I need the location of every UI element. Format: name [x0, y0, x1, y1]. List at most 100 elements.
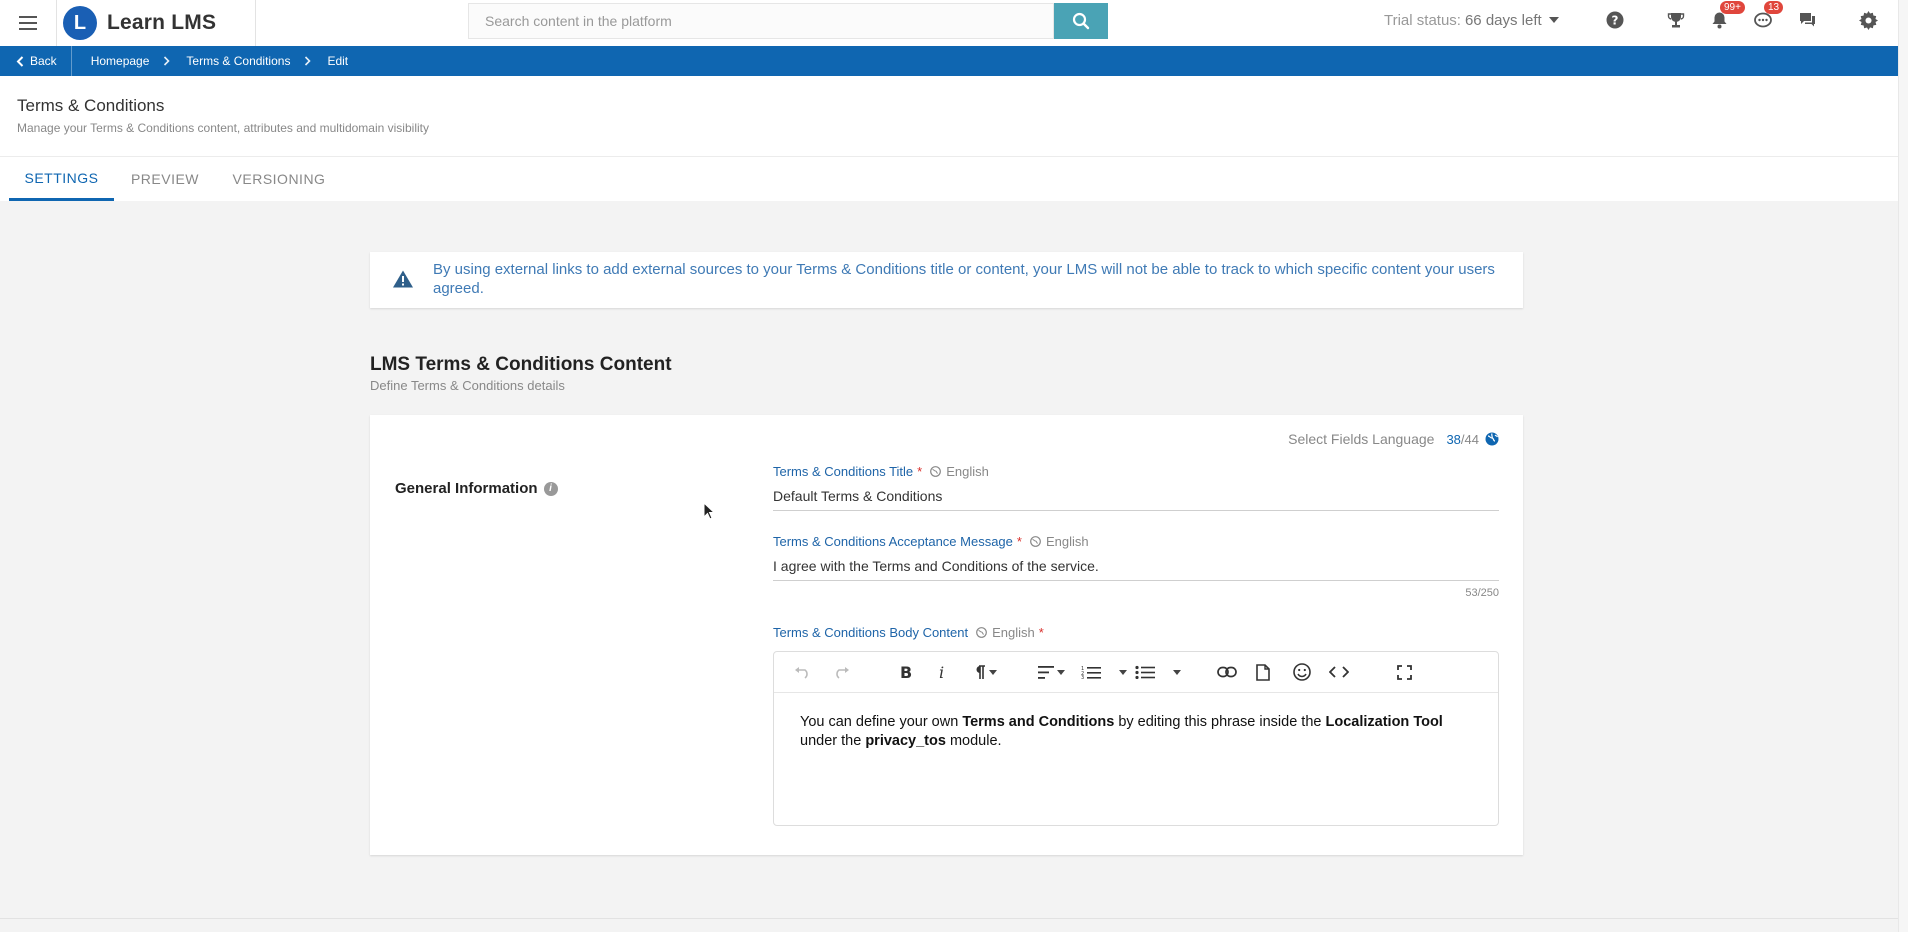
language-select-label: Select Fields Language: [1288, 431, 1435, 447]
title-field-label: Terms & Conditions Title * English: [773, 464, 1499, 479]
editor-content[interactable]: You can define your own Terms and Condit…: [774, 693, 1498, 771]
language-count: 38/44: [1446, 432, 1479, 447]
link-icon[interactable]: [1217, 661, 1237, 683]
title-label-text: Terms & Conditions Title: [773, 464, 914, 479]
file-icon[interactable]: [1256, 661, 1270, 683]
general-information-text: General Information: [395, 480, 538, 497]
svg-text:3: 3: [1081, 675, 1084, 679]
help-icon[interactable]: ?: [1604, 9, 1626, 31]
title-input[interactable]: Default Terms & Conditions: [773, 482, 1499, 511]
body-language: English: [992, 625, 1035, 640]
chat-bubble-icon[interactable]: 13: [1752, 1, 1784, 31]
acceptance-field-label: Terms & Conditions Acceptance Message * …: [773, 534, 1499, 549]
acceptance-message-input[interactable]: I agree with the Terms and Conditions of…: [773, 552, 1499, 581]
section-title: LMS Terms & Conditions Content: [370, 354, 672, 375]
acceptance-message-field: Terms & Conditions Acceptance Message * …: [773, 534, 1499, 581]
chevron-down-icon: [1548, 17, 1559, 23]
brand-logo: L: [63, 6, 97, 40]
title-language-tag: English: [930, 464, 989, 479]
messages-badge: 13: [1764, 1, 1784, 14]
editor-text: You can define your own: [800, 714, 963, 730]
back-button[interactable]: Back: [0, 46, 72, 76]
breadcrumb: Back Homepage Terms & Conditions Edit: [0, 46, 1898, 76]
globe-icon: [976, 627, 988, 638]
editor-line-1: You can define your own Terms and Condit…: [800, 713, 1472, 732]
editor-text: by editing this phrase inside the: [1114, 714, 1326, 730]
chevron-left-icon: [16, 55, 24, 67]
fullscreen-icon[interactable]: [1397, 661, 1412, 683]
ordered-list-icon[interactable]: 123: [1081, 661, 1101, 683]
required-marker: *: [917, 464, 923, 479]
editor-line-2: under the privacy_tos module.: [800, 732, 1472, 751]
breadcrumb-terms[interactable]: Terms & Conditions: [186, 54, 290, 68]
breadcrumb-edit: Edit: [327, 54, 349, 68]
search-bar: [468, 3, 1108, 39]
unordered-list-dropdown[interactable]: [1170, 661, 1181, 683]
editor-toolbar: B i 123: [774, 652, 1498, 693]
brand[interactable]: L Learn LMS: [56, 0, 256, 46]
globe-icon: [1030, 536, 1041, 547]
warning-icon: [393, 270, 413, 288]
paragraph-icon[interactable]: [974, 661, 997, 683]
trial-days-left: 66 days left: [1464, 11, 1542, 29]
body-language-tag: English: [976, 625, 1035, 640]
back-label: Back: [30, 54, 57, 68]
page-subtitle: Manage your Terms & Conditions content, …: [17, 121, 429, 135]
page-title: Terms & Conditions: [17, 96, 165, 115]
ordered-list-dropdown[interactable]: [1116, 661, 1127, 683]
trial-status[interactable]: Trial status: 66 days left: [1384, 0, 1559, 40]
bell-icon[interactable]: 99+: [1708, 1, 1745, 31]
alert-text: By using external links to add external …: [433, 261, 1495, 297]
acceptance-language: English: [1045, 534, 1089, 549]
required-marker: *: [1038, 625, 1044, 640]
acceptance-language-tag: English: [1030, 534, 1089, 549]
search-icon: [1072, 12, 1090, 30]
search-input[interactable]: [468, 3, 1054, 39]
tab-settings[interactable]: SETTINGS: [9, 157, 114, 201]
body-content-field: Terms & Conditions Body Content English …: [773, 625, 1499, 640]
tab-bar: SETTINGS PREVIEW VERSIONING: [0, 157, 1898, 201]
search-button[interactable]: [1054, 3, 1108, 39]
acceptance-label-text: Terms & Conditions Acceptance Message: [773, 534, 1013, 549]
undo-icon: [794, 661, 812, 683]
editor-text: under the: [800, 733, 866, 749]
redo-icon: [832, 661, 850, 683]
chevron-right-icon: [305, 56, 312, 66]
unordered-list-icon[interactable]: [1135, 661, 1155, 683]
language-count-total: /44: [1460, 431, 1479, 447]
svg-text:?: ?: [1612, 14, 1619, 28]
character-counter: 53/250: [1465, 587, 1499, 599]
globe-icon: [1485, 432, 1499, 446]
italic-icon[interactable]: i: [939, 661, 944, 683]
trial-status-label: Trial status:: [1384, 11, 1461, 29]
brand-name: Learn LMS: [107, 11, 217, 34]
info-icon[interactable]: i: [543, 481, 558, 496]
emoji-icon[interactable]: [1293, 661, 1311, 683]
page-scrollbar[interactable]: [1898, 0, 1908, 932]
section-subtitle: Define Terms & Conditions details: [370, 378, 565, 393]
globe-icon: [930, 466, 942, 477]
editor-bold-text: Terms and Conditions: [962, 714, 1115, 730]
gear-icon[interactable]: [1857, 9, 1879, 31]
body-field-label: Terms & Conditions Body Content English …: [773, 625, 1499, 640]
editor-bold-text: Localization Tool: [1325, 714, 1443, 730]
rich-text-editor: B i 123 You can define your own Terms an…: [773, 651, 1499, 826]
warning-alert: By using external links to add external …: [370, 252, 1523, 308]
mouse-cursor-icon: [703, 502, 715, 520]
comments-icon[interactable]: [1796, 9, 1818, 31]
tab-preview[interactable]: PREVIEW: [124, 157, 206, 201]
breadcrumb-homepage[interactable]: Homepage: [91, 54, 150, 68]
footer-divider: [0, 918, 1898, 919]
editor-text: module.: [945, 733, 1002, 749]
align-icon[interactable]: [1038, 661, 1065, 683]
title-field: Terms & Conditions Title * English Defau…: [773, 464, 1499, 511]
notifications-badge: 99+: [1720, 1, 1745, 14]
bold-icon[interactable]: B: [900, 661, 912, 683]
body-label-text: Terms & Conditions Body Content: [773, 625, 969, 640]
select-fields-language[interactable]: Select Fields Language 38/44: [1288, 431, 1499, 447]
tab-versioning[interactable]: VERSIONING: [226, 157, 332, 201]
trophy-icon[interactable]: [1665, 9, 1687, 31]
code-icon[interactable]: [1329, 661, 1349, 683]
menu-icon[interactable]: [0, 0, 56, 46]
title-language: English: [946, 464, 989, 479]
